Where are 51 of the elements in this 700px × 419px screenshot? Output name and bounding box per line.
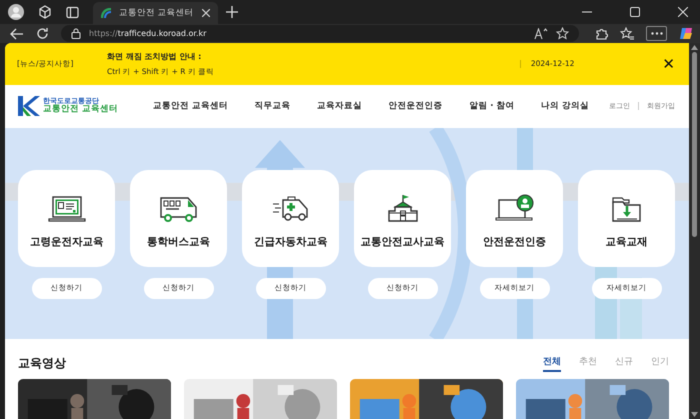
category-card[interactable]: 긴급자동차교육 xyxy=(242,170,339,267)
notice-title[interactable]: 화면 깨짐 조치방법 안내 : xyxy=(107,50,214,62)
new-tab-button[interactable] xyxy=(226,6,238,18)
card-title: 교육교재 xyxy=(606,235,648,250)
refresh-icon[interactable] xyxy=(36,27,49,40)
tab-actions-icon[interactable] xyxy=(66,6,79,18)
back-icon[interactable] xyxy=(10,28,24,40)
card-title: 교통안전교사교육 xyxy=(360,235,444,250)
filter-tab[interactable]: 전체 xyxy=(543,354,561,372)
site-favicon-icon xyxy=(101,8,112,18)
nav-link[interactable]: 안전운전인증 xyxy=(388,100,443,112)
lock-icon[interactable] xyxy=(71,28,81,39)
card-title: 통학버스교육 xyxy=(147,235,210,250)
nav-link[interactable]: 교육자료실 xyxy=(317,100,362,112)
minimize-icon[interactable] xyxy=(582,11,592,13)
copilot-icon[interactable] xyxy=(679,26,694,41)
logo-icon[interactable] xyxy=(18,95,40,118)
category-card[interactable]: 교통안전교사교육 xyxy=(354,170,451,267)
workspaces-icon[interactable] xyxy=(38,5,52,19)
extensions-icon[interactable] xyxy=(595,27,608,40)
address-field[interactable]: https://trafficedu.koroad.or.kr xyxy=(61,25,579,42)
close-notice-button[interactable]: ✕ xyxy=(662,54,675,73)
nav-link[interactable]: 알림 · 참여 xyxy=(469,100,514,112)
tab-title: 교통안전 교육센터 xyxy=(119,7,195,19)
logo-title[interactable]: 교통안전 교육센터 xyxy=(43,105,118,116)
more-menu-button[interactable] xyxy=(646,26,667,41)
scrollbar-thumb[interactable] xyxy=(692,52,697,237)
favorites-icon[interactable] xyxy=(620,27,634,40)
category-card[interactable]: 통학버스교육 xyxy=(130,170,227,267)
category-card[interactable]: 안전운전인증 xyxy=(466,170,563,267)
card-title: 안전운전인증 xyxy=(483,235,546,250)
url-text: https://trafficedu.koroad.or.kr xyxy=(89,29,206,38)
card-title: 긴급자동차교육 xyxy=(254,235,328,250)
maximize-icon[interactable] xyxy=(630,7,640,17)
browser-tab[interactable]: 교통안전 교육센터 xyxy=(93,2,218,24)
laptop-user-icon xyxy=(494,193,534,224)
card-title: 고령운전자교육 xyxy=(30,235,104,250)
nav-link[interactable]: 직무교육 xyxy=(254,100,291,112)
nav-link[interactable]: 나의 강의실 xyxy=(541,100,589,112)
close-tab-icon[interactable] xyxy=(202,9,210,17)
read-aloud-icon[interactable] xyxy=(534,28,548,40)
scroll-down-icon[interactable] xyxy=(691,412,698,417)
category-card[interactable]: 고령운전자교육 xyxy=(18,170,115,267)
more-icon xyxy=(650,32,662,35)
favorite-star-icon[interactable] xyxy=(556,27,569,40)
nav-link[interactable]: 교통안전 교육센터 xyxy=(153,100,228,112)
category-card[interactable]: 교육교재 xyxy=(578,170,675,267)
scroll-up-icon[interactable] xyxy=(691,45,698,50)
close-icon[interactable] xyxy=(678,7,688,17)
section-title: 교육영상 xyxy=(18,354,66,372)
profile-icon[interactable] xyxy=(8,4,24,20)
